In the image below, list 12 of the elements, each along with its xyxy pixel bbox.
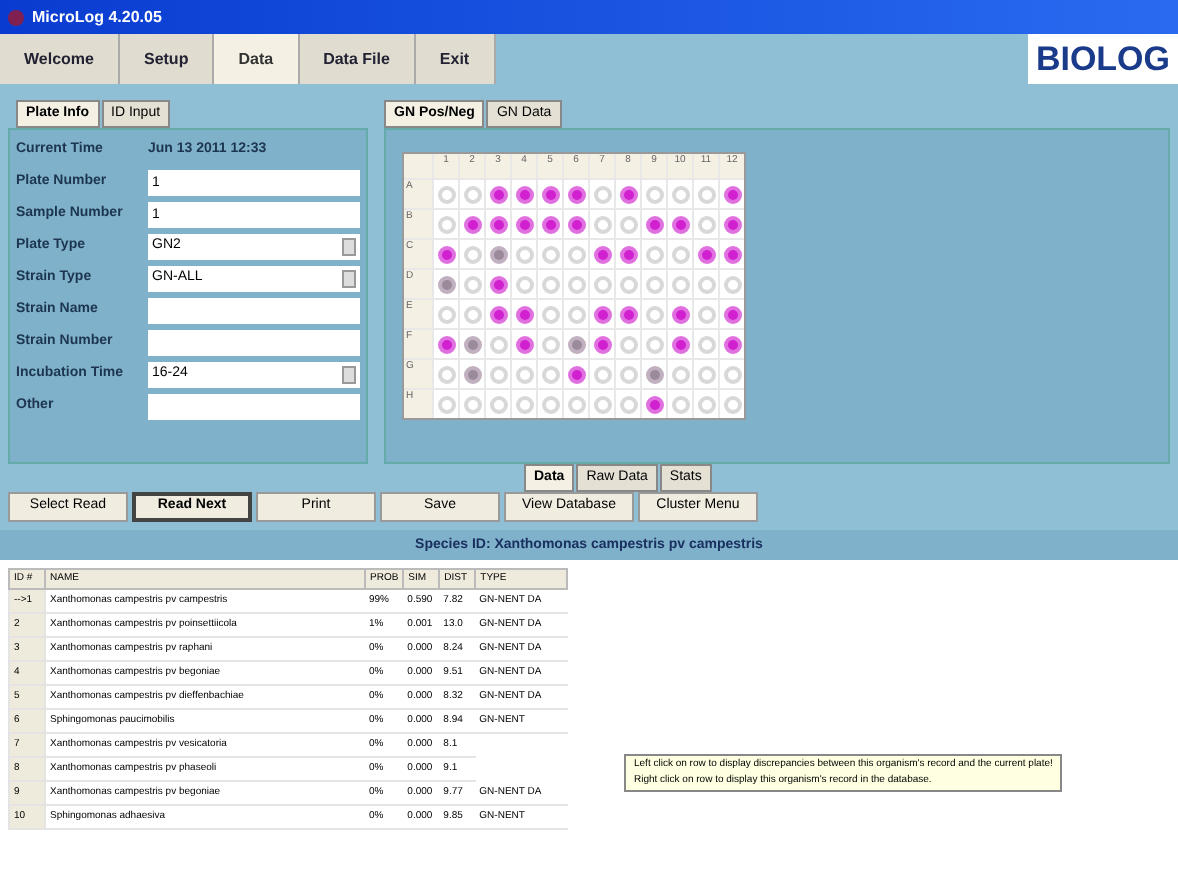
menu-tab[interactable]: Data File bbox=[299, 34, 416, 84]
input-field[interactable] bbox=[148, 330, 360, 356]
menu-tab[interactable]: Welcome bbox=[0, 34, 120, 84]
input-field[interactable] bbox=[148, 298, 360, 324]
caret-icon bbox=[342, 366, 356, 384]
window-title: MicroLog 4.20.05 bbox=[32, 5, 162, 29]
input-field[interactable] bbox=[148, 394, 360, 420]
logo: BIOLOG bbox=[1027, 34, 1178, 84]
app-icon bbox=[8, 9, 24, 25]
menu-tab[interactable]: Data bbox=[214, 34, 300, 84]
menu-tab[interactable]: Exit bbox=[415, 34, 496, 84]
menu-tab[interactable]: Setup bbox=[119, 34, 215, 84]
